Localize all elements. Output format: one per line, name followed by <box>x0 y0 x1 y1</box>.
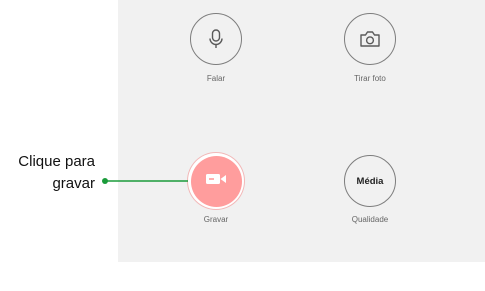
screen: Falar Tirar foto Gravar Média Qualidade … <box>0 0 485 291</box>
take-photo-label: Tirar foto <box>354 74 386 83</box>
record-button-fill <box>190 155 242 207</box>
record-button[interactable] <box>188 153 244 209</box>
take-photo-button[interactable] <box>344 13 396 65</box>
action-panel: Falar Tirar foto Gravar Média Qualidade <box>118 0 485 262</box>
camera-icon <box>359 30 381 48</box>
quality-label: Qualidade <box>351 215 389 224</box>
speak-button[interactable] <box>190 13 242 65</box>
callout-connector-dot <box>102 178 108 184</box>
record-label: Gravar <box>203 215 229 224</box>
quality-button[interactable]: Média <box>344 155 396 207</box>
microphone-icon <box>207 28 225 50</box>
callout-text: Clique para gravar <box>18 151 95 195</box>
quality-value: Média <box>356 175 384 187</box>
callout-line-1: Clique para <box>18 153 95 170</box>
callout-line-2: gravar <box>52 175 95 192</box>
speak-label: Falar <box>206 74 226 83</box>
video-camera-icon <box>205 172 227 191</box>
